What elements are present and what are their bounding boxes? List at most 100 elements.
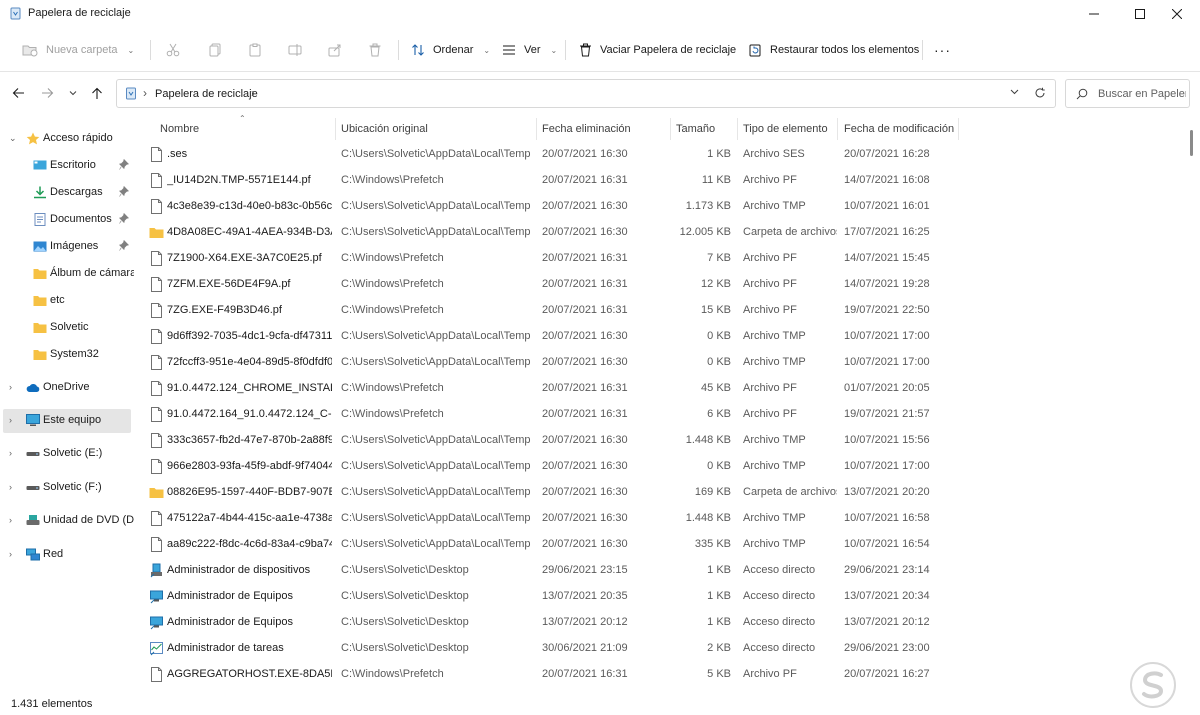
sidebar-item-documents[interactable]: Documentos bbox=[3, 208, 131, 231]
table-row[interactable]: 72fccff3-951e-4e04-89d5-8f0dfdf00... C:\U… bbox=[134, 350, 1184, 376]
sidebar-item-camera-roll[interactable]: Álbum de cámara bbox=[3, 262, 136, 285]
delete-button[interactable] bbox=[368, 37, 382, 63]
date-modified: 10/07/2021 16:54 bbox=[844, 538, 930, 550]
date-modified: 13/07/2021 20:20 bbox=[844, 486, 930, 498]
chevron-down-icon[interactable] bbox=[1010, 89, 1019, 95]
file-size: 1.173 KB bbox=[685, 200, 731, 212]
chevron-right-icon[interactable]: › bbox=[9, 515, 12, 525]
column-resize-handle[interactable] bbox=[335, 118, 336, 140]
share-button[interactable] bbox=[328, 37, 342, 63]
table-row[interactable]: AGGREGATORHOST.EXE-8DA5EB72... C:\Windows… bbox=[134, 662, 1184, 688]
table-row[interactable]: 4D8A08EC-49A1-4AEA-934B-D3A6... C:\Users\… bbox=[134, 220, 1184, 246]
pin-icon bbox=[119, 240, 129, 251]
sidebar-item-etc[interactable]: etc bbox=[3, 289, 131, 312]
table-row[interactable]: 475122a7-4b44-415c-aa1e-4738a5c... C:\Use… bbox=[134, 506, 1184, 532]
restore-all-button[interactable]: Restaurar todos los elementos bbox=[748, 37, 919, 63]
table-row[interactable]: 91.0.4472.124_CHROME_INSTALLE-... C:\Wind… bbox=[134, 376, 1184, 402]
chevron-right-icon[interactable]: › bbox=[9, 549, 12, 559]
sidebar-item-solvetic[interactable]: Solvetic bbox=[3, 316, 131, 339]
column-header-date-modified[interactable]: Fecha de modificación bbox=[844, 118, 954, 140]
table-row[interactable]: aa89c222-f8dc-4c6d-83a4-c9ba74e... C:\Use… bbox=[134, 532, 1184, 558]
up-button[interactable] bbox=[88, 84, 106, 102]
item-type: Archivo PF bbox=[743, 668, 797, 680]
table-row[interactable]: 7ZG.EXE-F49B3D46.pf C:\Windows\Prefetch 20… bbox=[134, 298, 1184, 324]
vertical-scrollbar[interactable] bbox=[1184, 114, 1200, 693]
sidebar-item-pictures[interactable]: Imágenes bbox=[3, 235, 131, 258]
sidebar-item-network[interactable]: › Red bbox=[3, 543, 131, 566]
column-header-date-deleted[interactable]: Fecha eliminación bbox=[542, 118, 631, 140]
item-type: Archivo SES bbox=[743, 148, 805, 160]
copy-button[interactable] bbox=[208, 37, 222, 63]
table-row[interactable]: 9d6ff392-7035-4dc1-9cfa-df473117... C:\Us… bbox=[134, 324, 1184, 350]
sidebar-item-onedrive[interactable]: › OneDrive bbox=[3, 376, 131, 399]
original-location: C:\Users\Solvetic\Desktop bbox=[341, 642, 469, 654]
column-header-size[interactable]: Tamaño bbox=[676, 118, 715, 140]
table-row[interactable]: 4c3e8e39-c13d-40e0-b83c-0b56ca... C:\User… bbox=[134, 194, 1184, 220]
refresh-icon[interactable] bbox=[1034, 87, 1046, 99]
sidebar-item-downloads[interactable]: Descargas bbox=[3, 181, 131, 204]
cut-button[interactable] bbox=[166, 37, 180, 63]
column-header-name[interactable]: Nombre bbox=[160, 118, 199, 140]
new-folder-button[interactable]: Nueva carpeta ⌄ bbox=[22, 37, 134, 63]
chevron-down-icon[interactable]: ⌄ bbox=[9, 133, 17, 144]
item-type: Archivo TMP bbox=[743, 356, 806, 368]
sidebar-item-system32[interactable]: System32 bbox=[3, 343, 131, 366]
date-modified: 10/07/2021 15:56 bbox=[844, 434, 930, 446]
rename-button[interactable] bbox=[288, 37, 302, 63]
paste-button[interactable] bbox=[248, 37, 262, 63]
date-deleted: 20/07/2021 16:30 bbox=[542, 148, 628, 160]
view-button[interactable]: Ver ⌄ bbox=[502, 37, 557, 63]
table-row[interactable]: .ses C:\Users\Solvetic\AppData\Local\Temp… bbox=[134, 142, 1184, 168]
chevron-right-icon[interactable]: › bbox=[9, 415, 12, 425]
file-size: 335 KB bbox=[694, 538, 731, 550]
sidebar-item-drive-e[interactable]: › Solvetic (E:) bbox=[3, 442, 131, 465]
date-deleted: 30/06/2021 21:09 bbox=[542, 642, 628, 654]
column-resize-handle[interactable] bbox=[958, 118, 959, 140]
sidebar-item-drive-f[interactable]: › Solvetic (F:) bbox=[3, 476, 131, 499]
table-row[interactable]: Administrador de Equipos C:\Users\Solveti… bbox=[134, 610, 1184, 636]
table-row[interactable]: 08826E95-1597-440F-BDB7-907E06... C:\User… bbox=[134, 480, 1184, 506]
chevron-right-icon[interactable]: › bbox=[9, 482, 12, 492]
table-row[interactable]: Administrador de Equipos C:\Users\Solveti… bbox=[134, 584, 1184, 610]
sidebar-item-desktop[interactable]: Escritorio bbox=[3, 154, 131, 177]
table-row[interactable]: 333c3657-fb2d-47e7-870b-2a88f9d... C:\Use… bbox=[134, 428, 1184, 454]
column-resize-handle[interactable] bbox=[837, 118, 838, 140]
back-button[interactable] bbox=[9, 84, 27, 102]
search-input[interactable] bbox=[1098, 86, 1186, 102]
chevron-right-icon[interactable]: › bbox=[9, 448, 12, 458]
recent-locations-button[interactable] bbox=[64, 84, 82, 102]
breadcrumb-chevron-icon[interactable]: › bbox=[143, 86, 147, 100]
breadcrumb-recycle-bin[interactable]: Papelera de reciclaje bbox=[155, 88, 258, 100]
search-box[interactable] bbox=[1065, 79, 1190, 108]
sidebar-item-quick-access[interactable]: ⌄ Acceso rápido bbox=[3, 127, 131, 150]
breadcrumb-chevron-icon[interactable]: › bbox=[251, 86, 255, 100]
empty-recycle-bin-button[interactable]: Vaciar Papelera de reciclaje bbox=[579, 37, 736, 63]
table-row[interactable]: Administrador de tareas C:\Users\Solvetic… bbox=[134, 636, 1184, 662]
table-row[interactable]: 7ZFM.EXE-56DE4F9A.pf C:\Windows\Prefetch 2… bbox=[134, 272, 1184, 298]
chevron-right-icon[interactable]: › bbox=[9, 382, 12, 392]
file-icon bbox=[151, 459, 162, 474]
file-name: 7ZFM.EXE-56DE4F9A.pf bbox=[167, 278, 291, 290]
file-icon bbox=[151, 381, 162, 396]
navigation-pane: ⌄ Acceso rápido Escritorio Descargas Doc… bbox=[0, 114, 141, 693]
column-resize-handle[interactable] bbox=[670, 118, 671, 140]
close-button[interactable] bbox=[1154, 0, 1200, 28]
table-row[interactable]: 91.0.4472.164_91.0.4472.124_C-82C... C:\W… bbox=[134, 402, 1184, 428]
file-size: 2 KB bbox=[707, 642, 731, 654]
sidebar-item-dvd-drive[interactable]: › Unidad de DVD (D:) bbox=[3, 509, 141, 532]
scrollbar-thumb[interactable] bbox=[1190, 130, 1193, 156]
table-row[interactable]: _IU14D2N.TMP-5571E144.pf C:\Windows\Prefe… bbox=[134, 168, 1184, 194]
sort-button[interactable]: Ordenar ⌄ bbox=[411, 37, 490, 63]
column-resize-handle[interactable] bbox=[737, 118, 738, 140]
table-row[interactable]: 7Z1900-X64.EXE-3A7C0E25.pf C:\Windows\Pre… bbox=[134, 246, 1184, 272]
table-row[interactable]: 966e2803-93fa-45f9-abdf-9f74044a... C:\Us… bbox=[134, 454, 1184, 480]
column-header-item-type[interactable]: Tipo de elemento bbox=[743, 118, 828, 140]
column-resize-handle[interactable] bbox=[536, 118, 537, 140]
address-bar[interactable]: › Papelera de reciclaje › bbox=[116, 79, 1056, 108]
sidebar-item-this-pc[interactable]: › Este equipo bbox=[3, 409, 131, 433]
table-row[interactable]: Administrador de dispositivos C:\Users\So… bbox=[134, 558, 1184, 584]
column-header-original-location[interactable]: Ubicación original bbox=[341, 118, 428, 140]
minimize-button[interactable] bbox=[1071, 0, 1117, 28]
forward-button[interactable] bbox=[38, 84, 56, 102]
more-options-button[interactable]: ··· bbox=[934, 37, 951, 63]
